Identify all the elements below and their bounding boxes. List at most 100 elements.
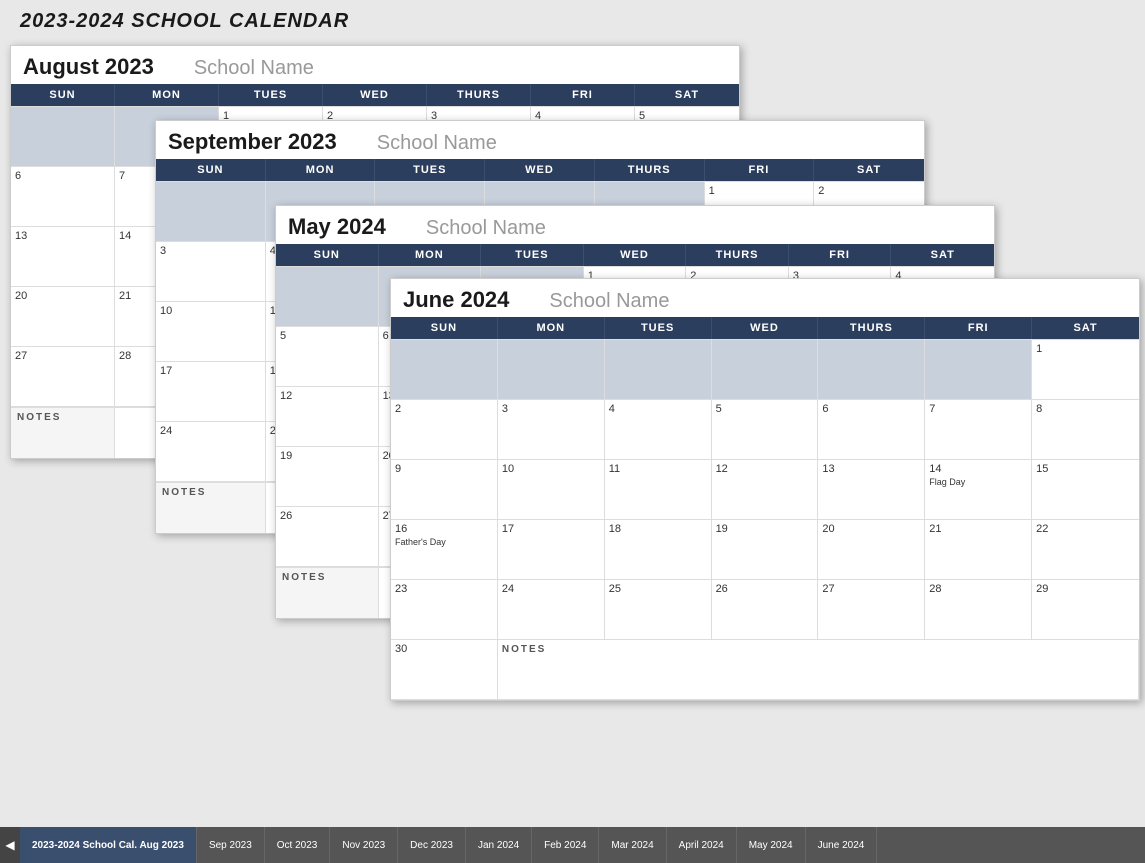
table-row: 27 (818, 580, 925, 640)
table-row: 8 (1032, 400, 1139, 460)
tab-may-2024[interactable]: May 2024 (737, 827, 806, 863)
tab-june-2024[interactable]: June 2024 (806, 827, 878, 863)
aug-day-sat: SAT (635, 84, 739, 106)
table-row: 17 (156, 362, 266, 422)
table-row: 14 Flag Day (925, 460, 1032, 520)
may-notes-label: NOTES (276, 568, 379, 618)
table-row (156, 182, 266, 242)
table-row: 27 (11, 347, 115, 407)
table-row: 12 (712, 460, 819, 520)
may-day-tue: TUES (481, 244, 584, 266)
table-row: 19 (712, 520, 819, 580)
may-day-fri: FRI (789, 244, 892, 266)
aug-day-mon: MON (115, 84, 219, 106)
table-row: 26 (712, 580, 819, 640)
table-row: 18 (605, 520, 712, 580)
sep-notes-label: NOTES (156, 483, 266, 533)
tab-aug-2023[interactable]: 2023-2024 School Cal. Aug 2023 (20, 827, 197, 863)
table-row: 24 (156, 422, 266, 482)
table-row (498, 340, 605, 400)
tab-dec-2023[interactable]: Dec 2023 (398, 827, 466, 863)
table-row: 11 (605, 460, 712, 520)
table-row: 9 (391, 460, 498, 520)
table-row: 5 (276, 327, 379, 387)
table-row: 13 (818, 460, 925, 520)
table-row: 29 (1032, 580, 1139, 640)
table-row: 21 (925, 520, 1032, 580)
table-row: NOTES (498, 640, 1139, 700)
sep-header: September 2023 School Name (156, 121, 924, 159)
may-school-name: School Name (426, 217, 546, 240)
sep-month-title: September 2023 (168, 129, 337, 155)
jun-month-title: June 2024 (403, 287, 509, 313)
table-row: 5 (712, 400, 819, 460)
table-row: 24 (498, 580, 605, 640)
table-row: 13 (11, 227, 115, 287)
aug-school-name: School Name (194, 57, 314, 80)
sep-day-tue: TUES (375, 159, 485, 181)
table-row: 22 (1032, 520, 1139, 580)
tab-nov-2023[interactable]: Nov 2023 (330, 827, 398, 863)
table-row (605, 340, 712, 400)
table-row: 6 (818, 400, 925, 460)
aug-notes-label: NOTES (11, 408, 115, 458)
page-title: 2023-2024 SCHOOL CALENDAR (20, 10, 349, 33)
table-row: 25 (605, 580, 712, 640)
aug-day-fri: FRI (531, 84, 635, 106)
may-day-sun: SUN (276, 244, 379, 266)
may-header: May 2024 School Name (276, 206, 994, 244)
sep-day-sat: SAT (814, 159, 924, 181)
may-day-wed: WED (584, 244, 687, 266)
table-row: 3 (498, 400, 605, 460)
table-row: 7 (925, 400, 1032, 460)
table-row: 2 (391, 400, 498, 460)
jun-day-headers: SUN MON TUES WED THURS FRI SAT (391, 317, 1139, 339)
jun-school-name: School Name (549, 290, 669, 313)
aug-day-headers: SUN MON TUES WED THURS FRI SAT (11, 84, 739, 106)
may-month-title: May 2024 (288, 214, 386, 240)
table-row: 12 (276, 387, 379, 447)
tab-oct-2023[interactable]: Oct 2023 (265, 827, 331, 863)
table-row: 3 (156, 242, 266, 302)
tab-bar: ◀ 2023-2024 School Cal. Aug 2023 Sep 202… (0, 827, 1145, 863)
table-row: 16 Father's Day (391, 520, 498, 580)
jun-header: June 2024 School Name (391, 279, 1139, 317)
tab-april-2024[interactable]: April 2024 (667, 827, 737, 863)
table-row: 20 (11, 287, 115, 347)
sep-day-headers: SUN MON TUES WED THURS FRI SAT (156, 159, 924, 181)
tab-scroll-left-arrow[interactable]: ◀ (0, 827, 20, 863)
aug-day-sun: SUN (11, 84, 115, 106)
table-row (276, 267, 379, 327)
table-row: 19 (276, 447, 379, 507)
may-day-sat: SAT (891, 244, 994, 266)
sep-school-name: School Name (377, 132, 497, 155)
table-row (925, 340, 1032, 400)
table-row (11, 107, 115, 167)
aug-day-thu: THURS (427, 84, 531, 106)
jun-day-thu: THURS (818, 317, 925, 339)
sep-day-fri: FRI (705, 159, 815, 181)
table-row: 23 (391, 580, 498, 640)
table-row (391, 340, 498, 400)
tab-mar-2024[interactable]: Mar 2024 (599, 827, 666, 863)
jun-day-sat: SAT (1032, 317, 1139, 339)
jun-day-fri: FRI (925, 317, 1032, 339)
table-row: 20 (818, 520, 925, 580)
table-row: 10 (498, 460, 605, 520)
table-row: 1 (1032, 340, 1139, 400)
jun-day-sun: SUN (391, 317, 498, 339)
main-area: 2023-2024 SCHOOL CALENDAR August 2023 Sc… (0, 0, 1145, 827)
tab-jan-2024[interactable]: Jan 2024 (466, 827, 532, 863)
aug-header: August 2023 School Name (11, 46, 739, 84)
sep-day-thu: THURS (595, 159, 705, 181)
table-row: 28 (925, 580, 1032, 640)
jun-day-tue: TUES (605, 317, 712, 339)
sep-day-sun: SUN (156, 159, 266, 181)
table-row (818, 340, 925, 400)
aug-month-title: August 2023 (23, 54, 154, 80)
tab-feb-2024[interactable]: Feb 2024 (532, 827, 599, 863)
jun-grid: 1 2 3 4 5 6 7 8 9 10 11 12 13 14 Flag Da… (391, 339, 1139, 700)
sep-day-wed: WED (485, 159, 595, 181)
table-row: 4 (605, 400, 712, 460)
tab-sep-2023[interactable]: Sep 2023 (197, 827, 265, 863)
